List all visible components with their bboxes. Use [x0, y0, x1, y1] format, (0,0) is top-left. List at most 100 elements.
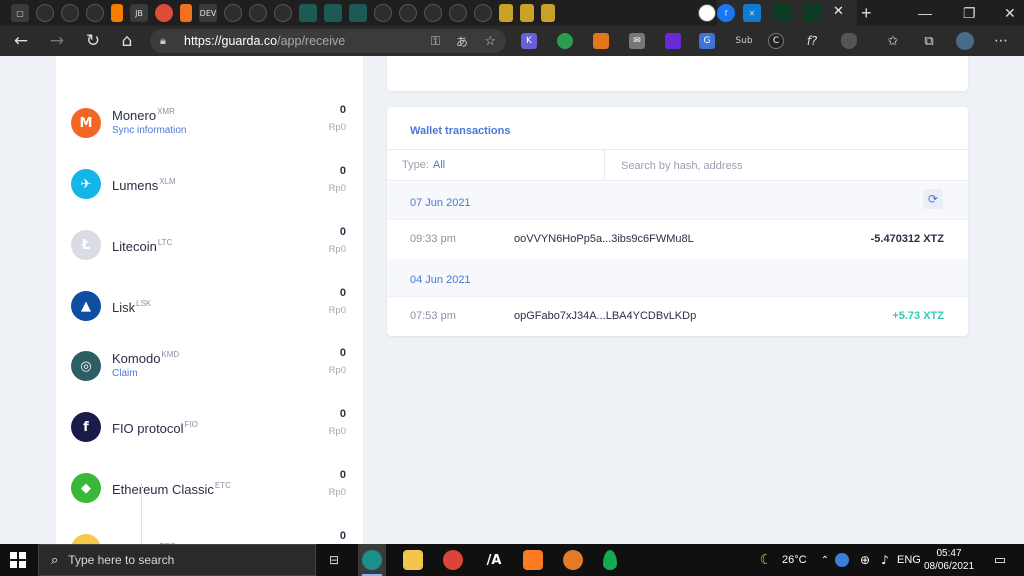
- github-tab-icon[interactable]: [61, 4, 79, 22]
- chrome-canary-icon[interactable]: [563, 550, 583, 570]
- shield-extension-icon[interactable]: [841, 33, 857, 49]
- clock-time: 05:47: [936, 548, 962, 559]
- vscode-tab-icon[interactable]: ✕: [743, 4, 761, 22]
- minimize-button[interactable]: —: [918, 0, 932, 26]
- shield-tab-icon[interactable]: [324, 4, 342, 22]
- tray-chevron-icon[interactable]: ⌃: [815, 550, 835, 570]
- github-tab-icon[interactable]: [374, 4, 392, 22]
- github-tab-icon[interactable]: [224, 4, 242, 22]
- type-filter-value[interactable]: All: [433, 159, 445, 171]
- new-tab-button[interactable]: +: [861, 0, 872, 26]
- key-icon[interactable]: ⚿: [431, 34, 440, 49]
- github-tab-icon[interactable]: [399, 4, 417, 22]
- notifications-icon[interactable]: ▭: [990, 550, 1010, 570]
- transaction-hash[interactable]: opGFabo7xJ34A...LBA4YCDBvLKDp: [514, 310, 696, 322]
- favorite-icon[interactable]: ☆: [484, 33, 496, 49]
- back-icon[interactable]: ←: [6, 26, 36, 56]
- coin-row-ethereum-classic[interactable]: ◆ Ethereum ClassicETC 0 Rp0: [56, 459, 363, 519]
- xampp-icon[interactable]: [523, 550, 543, 570]
- blogger-tab-icon[interactable]: [111, 4, 123, 22]
- sub-extension-icon[interactable]: Sub: [733, 33, 755, 49]
- file-explorer-icon[interactable]: [403, 550, 423, 570]
- github-tab-icon[interactable]: [249, 4, 267, 22]
- refresh-icon[interactable]: ↻: [78, 26, 108, 56]
- chrome-icon[interactable]: [443, 550, 463, 570]
- refresh-transactions-icon[interactable]: ⟳: [923, 189, 943, 209]
- coin-row-bitether[interactable]: BECBitEtherBEC0: [56, 520, 363, 544]
- chart-tab-icon[interactable]: [541, 4, 555, 22]
- restore-button[interactable]: ❐: [963, 0, 976, 26]
- coin-row-komodo[interactable]: ◎ KomodoKMD Claim 0 Rp0: [56, 337, 363, 397]
- jetbrains-tab-icon[interactable]: JB: [130, 4, 148, 22]
- profile-avatar[interactable]: [956, 32, 974, 50]
- chart-tab-icon[interactable]: [520, 4, 534, 22]
- chart-tab-icon[interactable]: [499, 4, 513, 22]
- coin-row-polkadot[interactable]: PolkadotRp0: [56, 56, 363, 68]
- translate-extension-icon[interactable]: G: [699, 33, 715, 49]
- github-tab-icon[interactable]: [274, 4, 292, 22]
- collections-icon[interactable]: ⧉: [921, 33, 937, 49]
- terminal-tab-icon[interactable]: [773, 4, 791, 22]
- github-tab-icon[interactable]: [86, 4, 104, 22]
- weather-moon-icon[interactable]: ☾: [756, 550, 776, 570]
- bing-tab-icon[interactable]: [180, 4, 192, 22]
- terminal-tab-icon[interactable]: [803, 4, 821, 22]
- date-group-label: 07 Jun 2021: [410, 197, 471, 209]
- edge-icon[interactable]: [362, 550, 382, 570]
- github-tab-icon[interactable]: [698, 4, 716, 22]
- app-logo-icon[interactable]: /A: [484, 550, 504, 570]
- mail-extension-icon[interactable]: ✉: [629, 33, 645, 49]
- close-tab-icon[interactable]: ✕: [833, 4, 844, 19]
- coin-fiat-value: Rp0: [328, 244, 346, 255]
- coin-ticker: XMR: [157, 107, 175, 116]
- coin-name: FIO protocolFIO: [112, 420, 198, 436]
- transaction-row[interactable]: 09:33 pm ooVVYN6HoPp5a...3ibs9c6FWMu8L -…: [387, 219, 968, 258]
- search-transactions-input[interactable]: [605, 150, 967, 181]
- coin-row-fio-protocol[interactable]: f FIO protocolFIO 0 Rp0: [56, 398, 363, 458]
- coin-row-lumens[interactable]: ✈ LumensXLM 0 Rp0: [56, 155, 363, 215]
- home-icon[interactable]: ⌂: [112, 26, 142, 56]
- coin-list-connector: [141, 484, 142, 544]
- transaction-row[interactable]: 07:53 pm opGFabo7xJ34A...LBA4YCDBvLKDp +…: [387, 296, 968, 335]
- transaction-time: 09:33 pm: [410, 233, 456, 245]
- type-filter[interactable]: Type: All: [402, 159, 445, 171]
- tab-actions-icon[interactable]: ▢: [11, 4, 29, 22]
- transaction-hash[interactable]: ooVVYN6HoPp5a...3ibs9c6FWMu8L: [514, 233, 694, 245]
- github-tab-icon[interactable]: [449, 4, 467, 22]
- volume-icon[interactable]: ♪: [875, 550, 895, 570]
- coin-row-lisk[interactable]: ▲ LiskLSK 0 Rp0: [56, 277, 363, 337]
- mongodb-icon[interactable]: [603, 550, 617, 570]
- github-tab-icon[interactable]: [36, 4, 54, 22]
- url-field[interactable]: 🔒︎ https://guarda.co/app/receive ⚿ あ ☆: [150, 29, 506, 53]
- weather-temperature[interactable]: 26°C: [782, 554, 807, 566]
- coin-action-link[interactable]: Claim: [112, 368, 138, 379]
- task-view-icon[interactable]: ⊟: [324, 550, 344, 570]
- taskbar-search-box[interactable]: ⌕ Type here to search: [38, 544, 316, 576]
- shield-tab-icon[interactable]: [349, 4, 367, 22]
- metamask-icon[interactable]: [593, 33, 609, 49]
- github-tab-icon[interactable]: [474, 4, 492, 22]
- translate-icon[interactable]: あ: [456, 33, 468, 50]
- windows-start-icon[interactable]: [10, 552, 26, 568]
- c-extension-icon[interactable]: C: [768, 33, 784, 49]
- close-window-button[interactable]: ✕: [1004, 0, 1016, 26]
- github-tab-icon[interactable]: [424, 4, 442, 22]
- menu-icon[interactable]: ⋯: [993, 33, 1009, 49]
- chrome-tab-icon[interactable]: [155, 4, 173, 22]
- facebook-tab-icon[interactable]: f: [717, 4, 735, 22]
- tray-app-icon[interactable]: [835, 553, 849, 567]
- colorful-extension-icon[interactable]: [557, 33, 573, 49]
- coin-row-monero[interactable]: M MoneroXMR Sync information 0 Rp0: [56, 94, 363, 154]
- k-extension-icon[interactable]: K: [521, 33, 537, 49]
- coin-row-litecoin[interactable]: Ł LitecoinLTC 0 Rp0: [56, 216, 363, 276]
- forward-icon[interactable]: →: [42, 26, 72, 56]
- shield-tab-icon[interactable]: [299, 4, 317, 22]
- purple-extension-icon[interactable]: [665, 33, 681, 49]
- favorites-icon[interactable]: ✩: [885, 33, 901, 49]
- network-icon[interactable]: ⊕: [855, 550, 875, 570]
- taskbar-clock[interactable]: 05:47 08/06/2021: [914, 547, 984, 573]
- coin-action-link[interactable]: Sync information: [112, 125, 186, 136]
- active-tab[interactable]: f ✕ ✕: [698, 0, 857, 26]
- dev-tab-icon[interactable]: DEV: [199, 4, 217, 22]
- fx-extension-icon[interactable]: f?: [802, 33, 822, 49]
